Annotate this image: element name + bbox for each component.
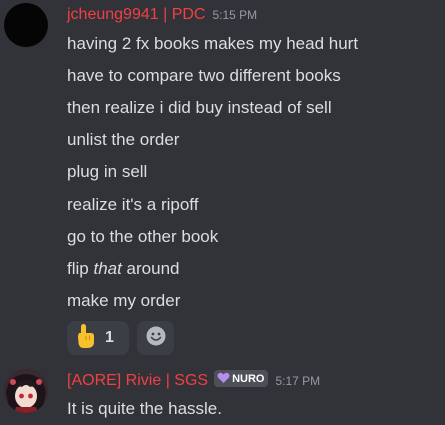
smiley-icon <box>146 326 166 350</box>
message-header: jcheung9941 | PDC 5:15 PM <box>67 6 257 24</box>
message-line: It is quite the hassle. <box>67 399 222 418</box>
message-line: unlist the order <box>67 130 180 149</box>
message-line: having 2 fx books makes my head hurt <box>67 34 359 53</box>
guild-tag-label: NURO <box>232 372 265 385</box>
guild-tag[interactable]: NURO <box>214 369 269 388</box>
timestamp[interactable]: 5:15 PM <box>212 8 257 22</box>
message-line: flip that around <box>67 258 180 280</box>
add-reaction-button[interactable] <box>137 321 174 355</box>
heart-icon <box>217 369 230 388</box>
text-segment: flip <box>67 259 94 278</box>
message-header: [AORE] Rivie | SGS NURO 5:17 PM <box>67 369 320 390</box>
avatar-rivie[interactable] <box>4 369 48 413</box>
timestamp[interactable]: 5:17 PM <box>275 374 320 388</box>
pointing-up-hand-icon <box>75 323 97 353</box>
message-line: realize it's a ripoff <box>67 195 199 214</box>
message-line: make my order <box>67 291 181 310</box>
username[interactable]: [AORE] Rivie | SGS <box>67 372 208 390</box>
username[interactable]: jcheung9941 | PDC <box>67 6 205 24</box>
message-line: then realize i did buy instead of sell <box>67 98 332 117</box>
message-line: plug in sell <box>67 162 148 181</box>
reaction-pointing-up[interactable]: 1 <box>67 321 129 355</box>
avatar-jcheung[interactable] <box>4 3 48 47</box>
message-line: go to the other book <box>67 227 219 246</box>
emphasis-text: that <box>93 259 122 278</box>
message-line: have to compare two different books <box>67 66 341 85</box>
text-segment: around <box>121 259 180 278</box>
reaction-count: 1 <box>105 329 114 346</box>
